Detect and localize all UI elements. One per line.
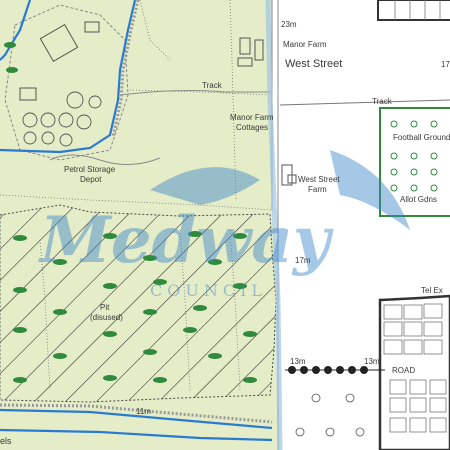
- ordnance-survey-map: Medway COUNCIL 23m Manor Farm West Stree…: [0, 0, 450, 450]
- watermark-subtitle: COUNCIL: [150, 281, 267, 300]
- track-label: Track: [372, 97, 393, 106]
- contour-label: 23m: [281, 20, 297, 29]
- place-label: Pit: [100, 303, 110, 312]
- contour-label: 11m: [136, 407, 151, 416]
- place-label: Football Ground: [393, 133, 450, 142]
- contour-label: 13m: [290, 357, 306, 366]
- edge-label: 17: [441, 60, 450, 69]
- place-label: Petrol Storage: [64, 165, 116, 174]
- place-label: (disused): [90, 313, 123, 322]
- place-label: Manor Farm: [283, 40, 327, 49]
- contour-label: 13m: [364, 357, 380, 366]
- place-label: Allot Gdns: [400, 195, 437, 204]
- watermark-title: Medway: [38, 203, 334, 278]
- road-label: ROAD: [392, 366, 415, 375]
- place-label: Cottages: [236, 123, 268, 132]
- contour-label: 17m: [295, 256, 311, 265]
- edge-label: els: [0, 436, 12, 446]
- place-label: Depot: [80, 175, 102, 184]
- map-viewport[interactable]: Medway COUNCIL 23m Manor Farm West Stree…: [0, 0, 450, 450]
- track-label: Track: [202, 81, 223, 90]
- place-label: Manor Farm: [230, 113, 274, 122]
- built-up-top-right: [377, 0, 450, 21]
- place-label: Tel Ex: [421, 286, 443, 295]
- place-label: West Street: [298, 175, 340, 184]
- place-label: Farm: [308, 185, 327, 194]
- street-label: West Street: [285, 58, 342, 70]
